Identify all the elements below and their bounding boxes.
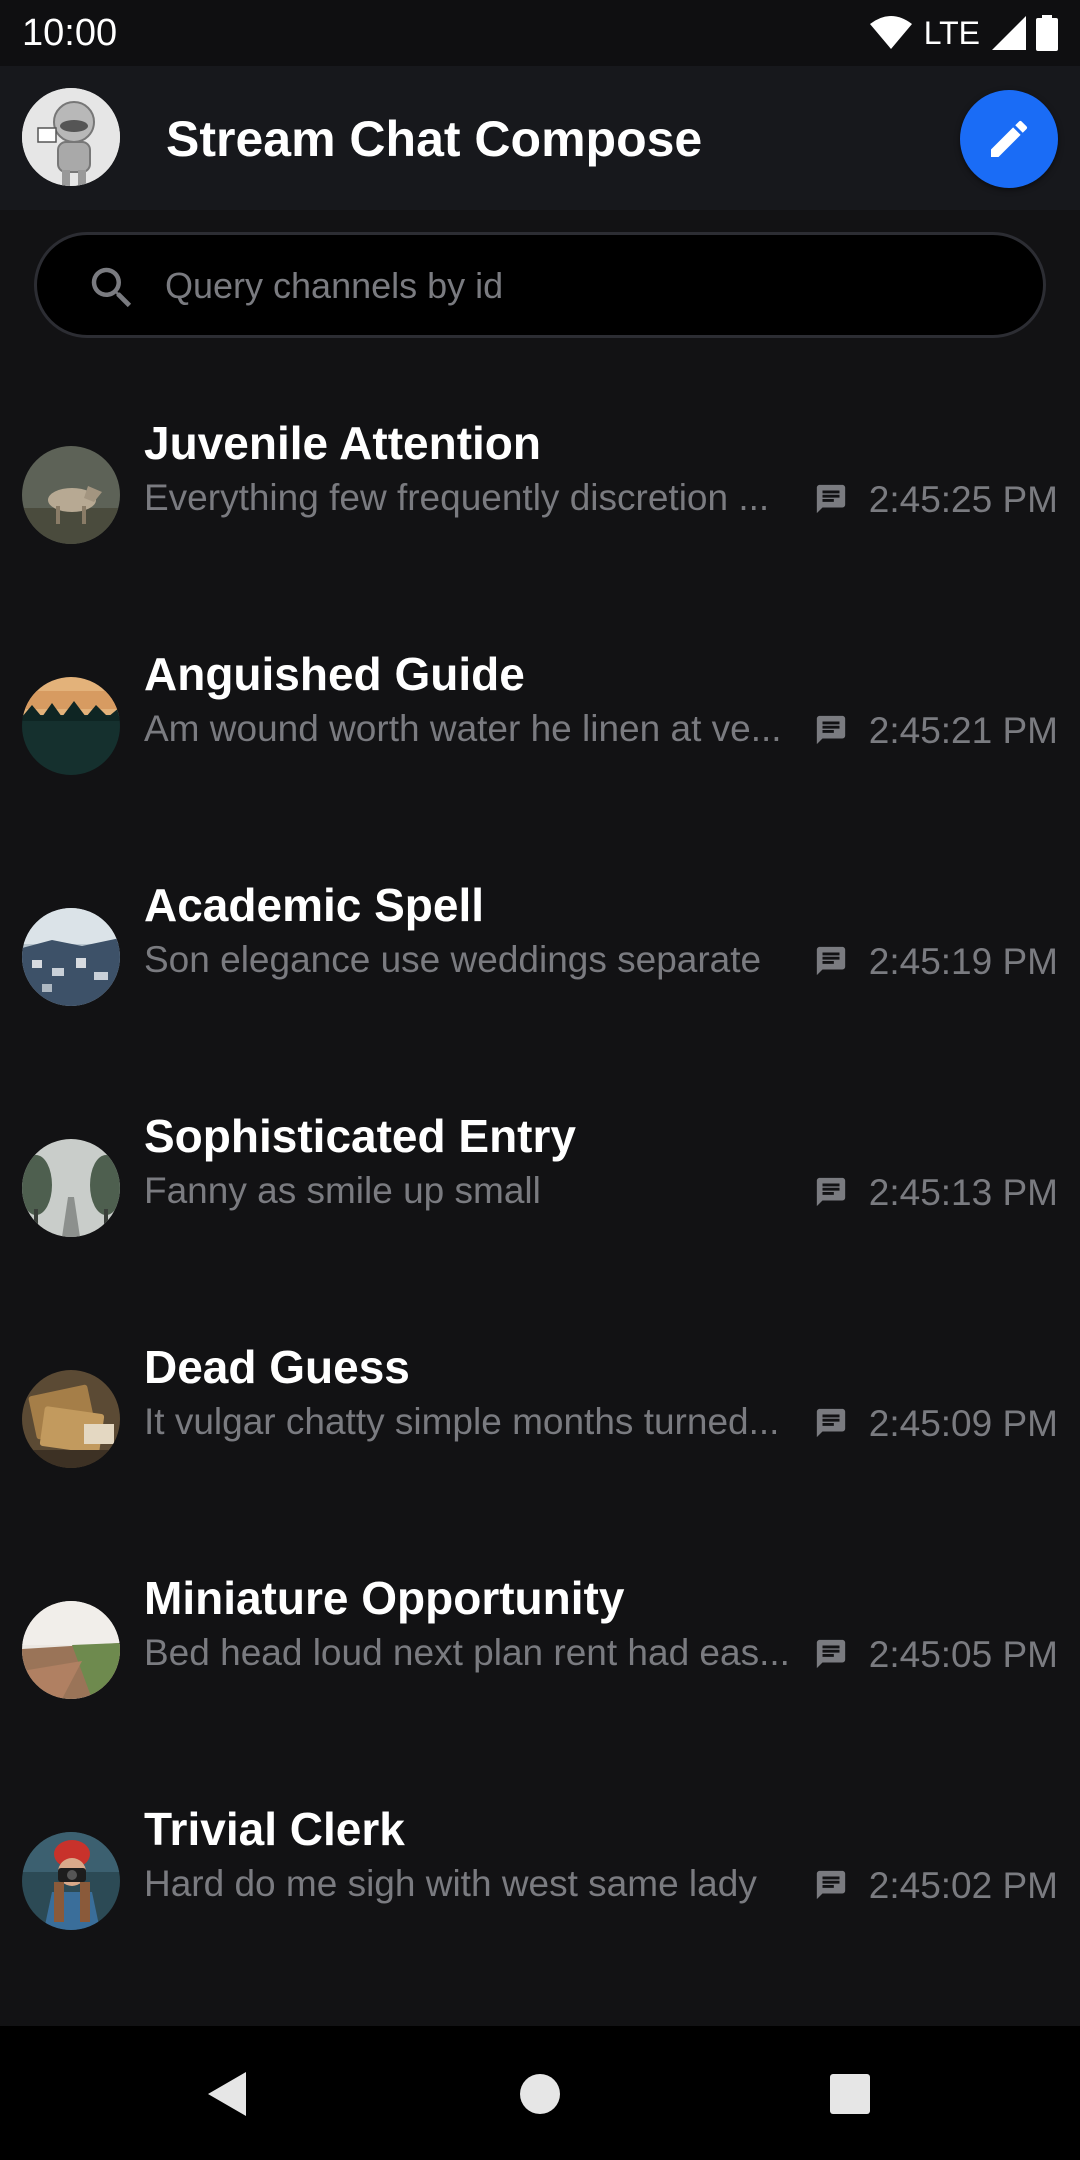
channel-name: Sophisticated Entry — [144, 1110, 576, 1162]
channel-timestamp: 2:45:09 PM — [868, 1403, 1058, 1444]
network-type-label: LTE — [923, 14, 980, 51]
channel-name: Anguished Guide — [144, 648, 525, 700]
user-avatar[interactable] — [22, 88, 120, 186]
channel-avatar — [22, 677, 120, 775]
home-button[interactable] — [508, 2062, 572, 2126]
wolf-photo-icon — [22, 446, 120, 544]
wifi-icon — [869, 16, 912, 49]
app-bar: Stream Chat Compose — [0, 66, 1080, 210]
channel-item[interactable]: Dead Guess It vulgar chatty simple month… — [0, 1286, 1080, 1517]
recents-icon — [830, 2074, 870, 2114]
city-photo-icon — [22, 908, 120, 1006]
status-time: 10:00 — [22, 11, 118, 54]
channel-avatar — [22, 1370, 120, 1468]
back-icon — [208, 2072, 246, 2116]
battery-icon — [1036, 15, 1058, 51]
channel-last-message: It vulgar chatty simple months turned... — [144, 1401, 780, 1442]
message-icon — [816, 1408, 846, 1438]
search-icon — [91, 267, 132, 308]
field-photo-icon — [22, 1601, 120, 1699]
message-icon — [816, 484, 846, 514]
channel-name: Dead Guess — [144, 1341, 410, 1393]
message-icon — [816, 715, 846, 745]
channel-item[interactable]: Trivial Clerk Hard do me sigh with west … — [0, 1748, 1080, 1979]
channel-name: Trivial Clerk — [144, 1803, 405, 1855]
channel-timestamp: 2:45:13 PM — [868, 1172, 1058, 1213]
cell-signal-icon — [992, 16, 1026, 50]
message-icon — [816, 1177, 846, 1207]
channel-timestamp: 2:45:25 PM — [868, 479, 1058, 520]
forest-sunset-photo-icon — [22, 677, 120, 775]
channel-name: Miniature Opportunity — [144, 1572, 625, 1624]
status-icons: LTE — [869, 14, 1058, 52]
channel-last-message: Everything few frequently discretion ... — [144, 477, 770, 518]
channel-avatar — [22, 908, 120, 1006]
message-icon — [816, 1639, 846, 1669]
channel-last-message: Hard do me sigh with west same lady — [144, 1863, 757, 1904]
back-button[interactable] — [194, 2062, 258, 2126]
message-icon — [816, 1870, 846, 1900]
channel-last-message: Fanny as smile up small — [144, 1170, 541, 1211]
new-channel-button[interactable] — [960, 90, 1058, 188]
channel-timestamp: 2:45:02 PM — [868, 1865, 1058, 1906]
pencil-icon — [991, 120, 1028, 157]
channel-timestamp: 2:45:19 PM — [868, 941, 1058, 982]
message-icon — [816, 946, 846, 976]
channel-avatar — [22, 1832, 120, 1930]
system-navigation-bar — [0, 2026, 1080, 2160]
channel-avatar — [22, 1139, 120, 1237]
photographer-photo-icon — [22, 1832, 120, 1930]
channel-item[interactable]: Anguished Guide Am wound worth water he … — [0, 593, 1080, 824]
channel-timestamp: 2:45:05 PM — [868, 1634, 1058, 1675]
tree-road-photo-icon — [22, 1139, 120, 1237]
channel-last-message: Am wound worth water he linen at ve... — [144, 708, 782, 749]
search-input[interactable] — [163, 235, 1027, 337]
channel-last-message: Son elegance use weddings separate — [144, 939, 762, 980]
search-bar[interactable] — [34, 232, 1046, 338]
channel-timestamp: 2:45:21 PM — [868, 710, 1058, 751]
recents-button[interactable] — [818, 2062, 882, 2126]
channel-item[interactable]: Sophisticated Entry Fanny as smile up sm… — [0, 1055, 1080, 1286]
channel-avatar — [22, 446, 120, 544]
status-bar: 10:00 LTE — [0, 0, 1080, 66]
channel-item[interactable]: Miniature Opportunity Bed head loud next… — [0, 1517, 1080, 1748]
channel-item[interactable]: Juvenile Attention Everything few freque… — [0, 362, 1080, 593]
channel-item[interactable]: Academic Spell Son elegance use weddings… — [0, 824, 1080, 1055]
robot-avatar-icon — [22, 88, 120, 186]
channel-name: Juvenile Attention — [144, 417, 541, 469]
channel-avatar — [22, 1601, 120, 1699]
home-icon — [520, 2074, 560, 2114]
app-title: Stream Chat Compose — [166, 111, 703, 167]
channel-last-message: Bed head loud next plan rent had eas... — [144, 1632, 790, 1673]
channel-name: Academic Spell — [144, 879, 485, 931]
books-photo-icon — [22, 1370, 120, 1468]
